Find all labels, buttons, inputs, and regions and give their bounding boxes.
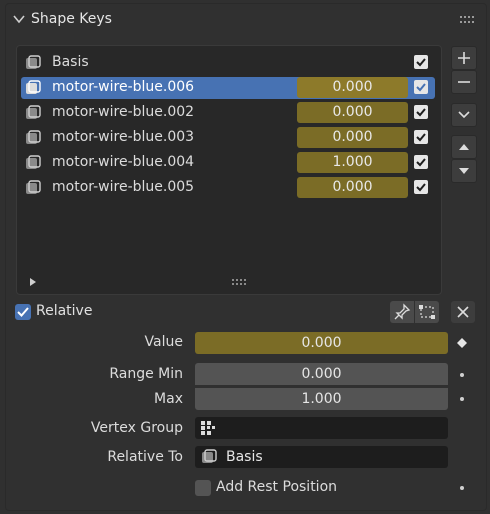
edit-mode-button[interactable]	[415, 301, 439, 323]
shape-key-mute-checkbox[interactable]	[414, 80, 428, 94]
list-item[interactable]: Basis	[21, 52, 435, 74]
shape-key-value-field[interactable]: 0.000	[297, 77, 408, 98]
checkmark-icon	[416, 158, 426, 167]
shape-key-value-field[interactable]: 0.000	[297, 127, 408, 148]
expand-filter-icon[interactable]	[28, 277, 38, 287]
relative-to-label: Relative To	[107, 449, 183, 465]
specials-menu-button[interactable]	[451, 103, 477, 127]
range-min-field[interactable]: 0.000	[195, 363, 448, 385]
animate-dot-icon[interactable]	[460, 397, 464, 401]
shape-key-mute-checkbox[interactable]	[414, 155, 428, 169]
shape-key-mute-checkbox[interactable]	[414, 180, 428, 194]
vertex-group-label: Vertex Group	[90, 420, 183, 436]
shape-key-icon	[202, 449, 217, 463]
close-icon	[457, 306, 469, 318]
edit-mode-icon	[419, 305, 435, 319]
shape-key-value-field[interactable]: 0.000	[297, 102, 408, 123]
triangle-up-icon	[459, 144, 469, 150]
move-down-button[interactable]	[451, 159, 477, 183]
shape-key-mute-checkbox[interactable]	[414, 55, 428, 69]
vertex-group-field[interactable]	[195, 417, 448, 439]
relative-to-field[interactable]: Basis	[195, 446, 448, 468]
add-shape-key-button[interactable]	[451, 46, 477, 70]
max-label: Max	[154, 391, 183, 407]
list-item[interactable]: motor-wire-blue.006 0.000	[21, 77, 435, 99]
vertex-group-icon	[201, 421, 215, 435]
shape-key-name[interactable]: motor-wire-blue.002	[52, 104, 194, 120]
shape-key-mute-checkbox[interactable]	[414, 130, 428, 144]
shape-key-name[interactable]: motor-wire-blue.003	[52, 129, 194, 145]
shape-key-name[interactable]: motor-wire-blue.006	[52, 79, 194, 95]
shape-key-icon	[26, 105, 41, 119]
checkmark-icon	[416, 83, 426, 92]
checkmark-icon	[416, 133, 426, 142]
panel-header[interactable]: Shape Keys	[0, 3, 490, 35]
shape-key-lock-button[interactable]	[390, 301, 414, 323]
list-item[interactable]: motor-wire-blue.004 1.000	[21, 152, 435, 174]
value-slider[interactable]: 0.000	[195, 332, 448, 354]
animate-dot-icon[interactable]	[460, 486, 464, 490]
keyframe-diamond-icon[interactable]	[456, 337, 468, 349]
relative-checkbox[interactable]	[15, 304, 31, 320]
remove-shape-key-button[interactable]	[451, 70, 477, 94]
chevron-down-icon[interactable]	[12, 12, 26, 26]
max-field[interactable]: 1.000	[195, 388, 448, 410]
list-item[interactable]: motor-wire-blue.005 0.000	[21, 177, 435, 199]
minus-icon	[458, 81, 470, 83]
panel-title: Shape Keys	[31, 11, 112, 27]
clear-shape-keys-button[interactable]	[451, 301, 475, 323]
relative-label[interactable]: Relative	[36, 303, 92, 319]
checkmark-icon	[17, 307, 29, 317]
shape-key-value-field[interactable]: 0.000	[297, 177, 408, 198]
shape-key-icon	[26, 55, 41, 69]
checkmark-icon	[416, 108, 426, 117]
resize-grip-icon[interactable]	[231, 278, 247, 286]
shape-key-name[interactable]: Basis	[52, 54, 89, 70]
drag-grip-icon[interactable]	[459, 15, 477, 25]
shape-key-icon	[26, 180, 41, 194]
move-up-button[interactable]	[451, 135, 477, 159]
chevron-down-icon	[458, 111, 470, 119]
add-rest-position-checkbox[interactable]	[195, 480, 211, 496]
add-rest-position-label[interactable]: Add Rest Position	[216, 479, 337, 495]
list-item[interactable]: motor-wire-blue.003 0.000	[21, 127, 435, 149]
plus-icon	[458, 52, 470, 64]
animate-dot-icon[interactable]	[460, 373, 464, 377]
list-item[interactable]: motor-wire-blue.002 0.000	[21, 102, 435, 124]
pin-icon	[394, 303, 411, 320]
shape-key-mute-checkbox[interactable]	[414, 105, 428, 119]
triangle-down-icon	[459, 168, 469, 174]
relative-to-value: Basis	[226, 449, 263, 465]
shape-key-icon	[26, 80, 41, 94]
shape-key-value-field[interactable]: 1.000	[297, 152, 408, 173]
range-min-label: Range Min	[109, 366, 183, 382]
checkmark-icon	[416, 183, 426, 192]
checkmark-icon	[416, 58, 426, 67]
shape-key-icon	[26, 130, 41, 144]
shape-key-icon	[26, 155, 41, 169]
shape-key-name[interactable]: motor-wire-blue.004	[52, 154, 194, 170]
value-label: Value	[144, 334, 183, 350]
shape-key-name[interactable]: motor-wire-blue.005	[52, 179, 194, 195]
